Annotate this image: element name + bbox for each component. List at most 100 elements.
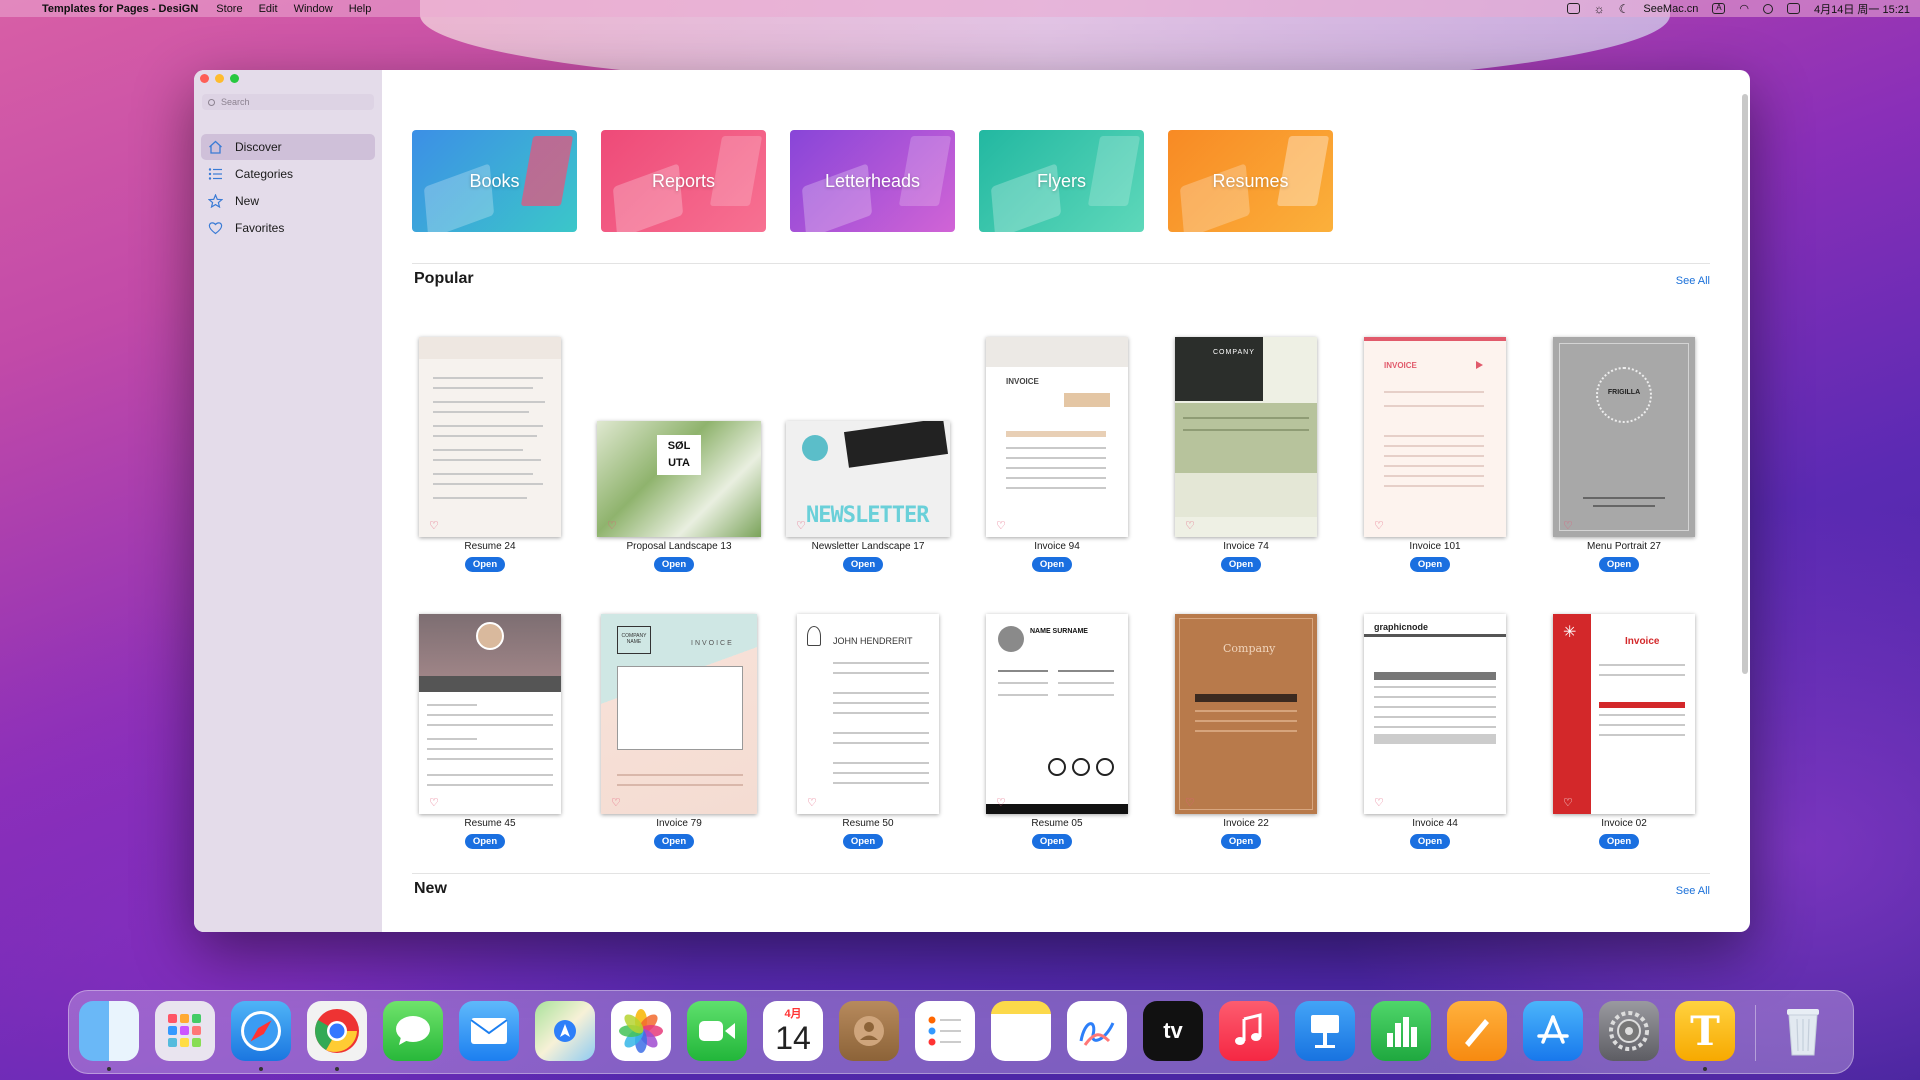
brightness-icon[interactable]: ☼ <box>1594 2 1605 16</box>
freeform-icon[interactable] <box>1067 1001 1127 1061</box>
favorite-heart-icon[interactable]: ♡ <box>611 798 621 809</box>
facetime-icon[interactable] <box>687 1001 747 1061</box>
sidebar-item-categories[interactable]: Categories <box>201 161 375 187</box>
favorite-heart-icon[interactable]: ♡ <box>429 521 439 532</box>
category-flyers[interactable]: Flyers <box>979 130 1144 232</box>
template-thumbnail[interactable]: COMPANY ♡ <box>1175 337 1317 537</box>
menubar-text[interactable]: SeeMac.cn <box>1643 3 1698 15</box>
keynote-icon[interactable] <box>1295 1001 1355 1061</box>
open-button[interactable]: Open <box>1221 834 1261 849</box>
template-tile[interactable]: FRIGILLA ♡ Menu Portrait 27 Open <box>1539 337 1709 587</box>
template-tile[interactable]: JOHN HENDRERIT ♡ Resume 50 Open <box>783 614 953 864</box>
category-letterheads[interactable]: Letterheads <box>790 130 955 232</box>
see-all-new-link[interactable]: See All <box>1676 885 1710 897</box>
templates-app-icon[interactable]: T <box>1675 1001 1735 1061</box>
open-button[interactable]: Open <box>1032 557 1072 572</box>
open-button[interactable]: Open <box>1599 834 1639 849</box>
template-tile[interactable]: ♡ Resume 45 Open <box>405 614 575 864</box>
menubar-clock[interactable]: 4月14日 周一 15:21 <box>1814 1 1910 17</box>
template-thumbnail[interactable]: COMPANY NAME INVOICE ♡ <box>601 614 757 814</box>
favorite-heart-icon[interactable]: ♡ <box>807 798 817 809</box>
open-button[interactable]: Open <box>654 834 694 849</box>
favorite-heart-icon[interactable]: ♡ <box>1185 798 1195 809</box>
see-all-popular-link[interactable]: See All <box>1676 275 1710 287</box>
messages-icon[interactable] <box>383 1001 443 1061</box>
notes-icon[interactable] <box>991 1001 1051 1061</box>
sidebar-item-favorites[interactable]: Favorites <box>201 215 375 241</box>
template-thumbnail[interactable]: ✳ Invoice ♡ <box>1553 614 1695 814</box>
menu-store[interactable]: Store <box>216 3 242 15</box>
template-tile[interactable]: graphicnode ♡ Invoice 44 Open <box>1350 614 1520 864</box>
music-icon[interactable] <box>1219 1001 1279 1061</box>
favorite-heart-icon[interactable]: ♡ <box>996 521 1006 532</box>
open-button[interactable]: Open <box>1599 557 1639 572</box>
calendar-icon[interactable]: 4月 14 <box>763 1001 823 1061</box>
favorite-heart-icon[interactable]: ♡ <box>1374 521 1384 532</box>
close-button[interactable] <box>200 74 209 83</box>
favorite-heart-icon[interactable]: ♡ <box>1563 521 1573 532</box>
status-app-icon[interactable] <box>1566 3 1580 14</box>
template-thumbnail[interactable]: NAME SURNAME ♡ <box>986 614 1128 814</box>
app-store-icon[interactable] <box>1523 1001 1583 1061</box>
zoom-button[interactable] <box>230 74 239 83</box>
template-thumbnail[interactable]: graphicnode ♡ <box>1364 614 1506 814</box>
category-reports[interactable]: Reports <box>601 130 766 232</box>
app-menu[interactable]: Templates for Pages - DesiGN <box>42 3 198 15</box>
template-thumbnail[interactable]: INVOICE ♡ <box>986 337 1128 537</box>
favorite-heart-icon[interactable]: ♡ <box>607 521 617 532</box>
favorite-heart-icon[interactable]: ♡ <box>1185 521 1195 532</box>
sidebar-item-discover[interactable]: Discover <box>201 134 375 160</box>
template-thumbnail[interactable]: INVOICE ♡ <box>1364 337 1506 537</box>
template-tile[interactable]: ✳ Invoice ♡ Invoice 02 Open <box>1539 614 1709 864</box>
search-input[interactable]: Search <box>202 94 374 110</box>
maps-icon[interactable] <box>535 1001 595 1061</box>
template-tile[interactable]: SØL UTA ♡ Proposal Landscape 13 Open <box>594 337 764 587</box>
apple-tv-icon[interactable]: tv <box>1143 1001 1203 1061</box>
template-tile[interactable]: COMPANY ♡ Invoice 74 Open <box>1161 337 1331 587</box>
favorite-heart-icon[interactable]: ♡ <box>796 521 806 532</box>
chrome-icon[interactable] <box>307 1001 367 1061</box>
control-center-icon[interactable] <box>1787 3 1800 14</box>
template-thumbnail[interactable]: ♡ <box>419 614 561 814</box>
pages-icon[interactable] <box>1447 1001 1507 1061</box>
menu-help[interactable]: Help <box>349 3 372 15</box>
template-thumbnail[interactable]: JOHN HENDRERIT ♡ <box>797 614 939 814</box>
launchpad-icon[interactable] <box>155 1001 215 1061</box>
open-button[interactable]: Open <box>465 834 505 849</box>
template-tile[interactable]: INVOICE ♡ Invoice 101 Open <box>1350 337 1520 587</box>
open-button[interactable]: Open <box>465 557 505 572</box>
open-button[interactable]: Open <box>1410 834 1450 849</box>
favorite-heart-icon[interactable]: ♡ <box>1374 798 1384 809</box>
finder-icon[interactable] <box>79 1001 139 1061</box>
open-button[interactable]: Open <box>1032 834 1072 849</box>
sidebar-item-new[interactable]: New <box>201 188 375 214</box>
mail-icon[interactable] <box>459 1001 519 1061</box>
spotlight-icon[interactable] <box>1763 3 1773 14</box>
trash-icon[interactable] <box>1773 1001 1833 1061</box>
template-tile[interactable]: INVOICE ♡ Invoice 94 Open <box>972 337 1142 587</box>
minimize-button[interactable] <box>215 74 224 83</box>
template-tile[interactable]: Company ♡ Invoice 22 Open <box>1161 614 1331 864</box>
open-button[interactable]: Open <box>843 557 883 572</box>
template-thumbnail[interactable]: SØL UTA ♡ <box>597 421 761 537</box>
category-books[interactable]: Books <box>412 130 577 232</box>
open-button[interactable]: Open <box>654 557 694 572</box>
open-button[interactable]: Open <box>843 834 883 849</box>
template-thumbnail[interactable]: Company ♡ <box>1175 614 1317 814</box>
menu-window[interactable]: Window <box>294 3 333 15</box>
template-thumbnail[interactable]: NEWSLETTER ♡ <box>786 421 950 537</box>
safari-icon[interactable] <box>231 1001 291 1061</box>
contacts-icon[interactable] <box>839 1001 899 1061</box>
reminders-icon[interactable] <box>915 1001 975 1061</box>
category-resumes[interactable]: Resumes <box>1168 130 1333 232</box>
favorite-heart-icon[interactable]: ♡ <box>996 798 1006 809</box>
menu-edit[interactable]: Edit <box>259 3 278 15</box>
moon-icon[interactable]: ☾ <box>1619 2 1630 16</box>
template-thumbnail[interactable]: FRIGILLA ♡ <box>1553 337 1695 537</box>
numbers-icon[interactable] <box>1371 1001 1431 1061</box>
favorite-heart-icon[interactable]: ♡ <box>1563 798 1573 809</box>
favorite-heart-icon[interactable]: ♡ <box>429 798 439 809</box>
template-tile[interactable]: NAME SURNAME ♡ Resume 05 Open <box>972 614 1142 864</box>
open-button[interactable]: Open <box>1410 557 1450 572</box>
template-tile[interactable]: ♡ Resume 24 Open <box>405 337 575 587</box>
